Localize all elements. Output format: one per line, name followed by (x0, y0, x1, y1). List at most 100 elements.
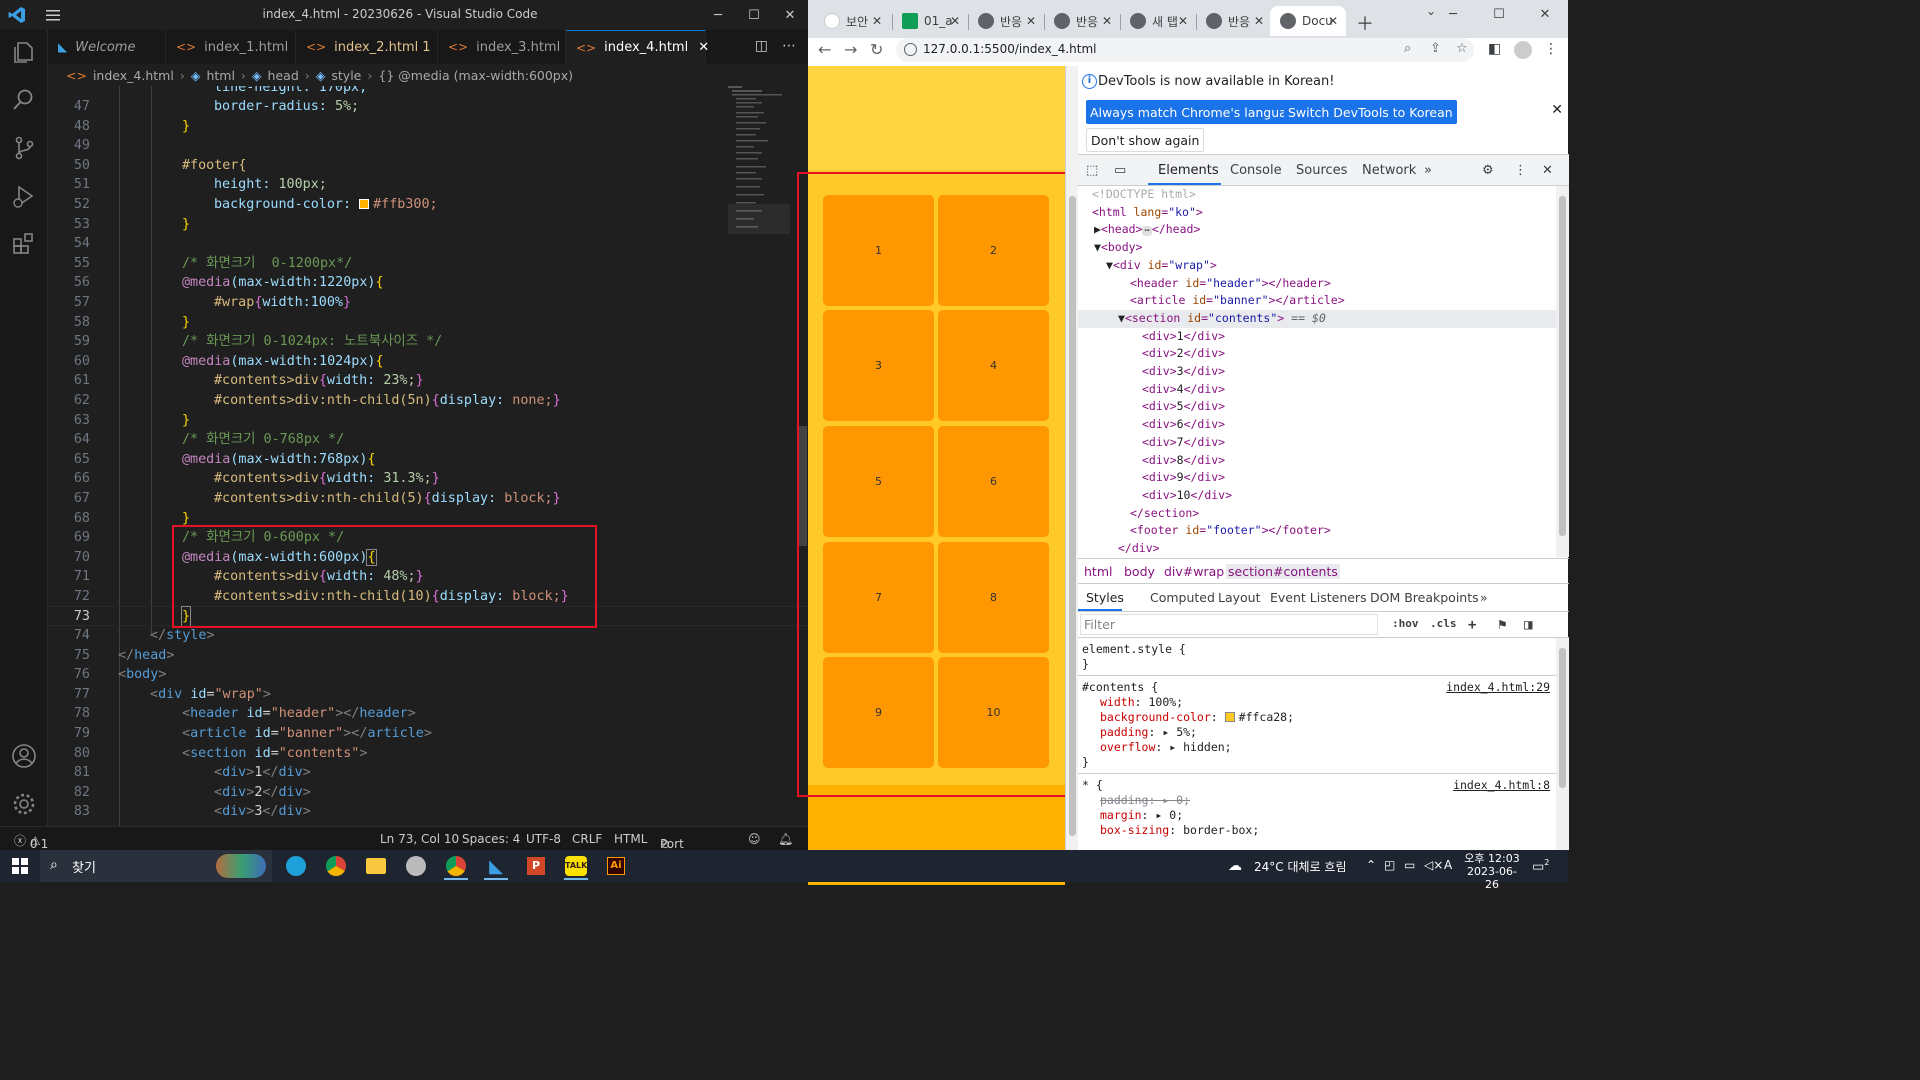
breadcrumb-item[interactable]: head (268, 68, 299, 83)
tab-network[interactable]: Network (1362, 163, 1416, 178)
more-actions-icon[interactable]: ⋯ (782, 38, 796, 54)
side-panel-icon[interactable]: ◧ (1488, 41, 1501, 57)
weather-text[interactable]: 24°C 대체로 흐림 (1254, 858, 1346, 875)
chrome-profile-icon[interactable] (436, 852, 476, 880)
tab-index-2[interactable]: <> index_2.html 1 (296, 30, 438, 64)
powerpoint-icon[interactable]: P (516, 852, 556, 880)
dom-node[interactable]: </div> (1078, 540, 1556, 558)
source-control-icon[interactable] (10, 134, 38, 162)
network-icon[interactable]: ▭ (1404, 858, 1415, 872)
system-clock[interactable]: 오후 12:03 2023-06-26 (1462, 852, 1522, 891)
language-mode[interactable]: HTML (614, 832, 647, 846)
close-tab-icon[interactable]: ✕ (1026, 14, 1036, 28)
volume-mute-icon[interactable]: ◁× (1424, 858, 1443, 872)
forward-arrow-icon[interactable]: → (844, 40, 857, 59)
dom-node[interactable]: <article id="banner"></article> (1078, 292, 1556, 310)
paint-brush-icon[interactable]: ⚑ (1498, 617, 1506, 633)
browser-tab[interactable]: 반응 ✕ (1196, 6, 1272, 36)
split-editor-icon[interactable]: ◫ (755, 38, 768, 54)
dom-node[interactable]: <div>9</div> (1078, 469, 1556, 487)
address-bar[interactable]: 127.0.0.1:5500/index_4.html ⌕ ⇪ ☆ (896, 38, 1474, 62)
accounts-icon[interactable] (10, 742, 38, 770)
notification-center-icon[interactable]: ▭2 (1532, 858, 1549, 874)
manage-gear-icon[interactable] (10, 790, 38, 818)
taskbar-search[interactable]: ⌕ 찾기 (40, 850, 272, 882)
page-scrollbar[interactable] (1066, 66, 1078, 850)
dom-node[interactable]: <div>6</div> (1078, 416, 1556, 434)
notifications-bell-icon[interactable]: 🔔︎ (778, 832, 793, 846)
chrome-icon[interactable] (316, 852, 356, 880)
settings-gear-icon[interactable]: ⚙ (1482, 163, 1494, 178)
dom-node[interactable]: <div>8</div> (1078, 452, 1556, 470)
vscode-icon[interactable]: ◣ (476, 852, 516, 880)
browser-tab[interactable]: 새 탭 ✕ (1120, 6, 1196, 36)
dom-node[interactable]: <header id="header"></header> (1078, 275, 1556, 293)
edge-icon[interactable] (276, 852, 316, 880)
breadcrumb-item[interactable]: index_4.html (93, 68, 174, 83)
source-link[interactable]: index_4.html:8 (1453, 778, 1550, 792)
dom-node[interactable]: <!DOCTYPE html> (1078, 186, 1556, 204)
illustrator-icon[interactable]: Ai (596, 852, 636, 880)
hamburger-menu-icon[interactable] (44, 6, 62, 24)
color-swatch[interactable] (359, 199, 370, 209)
file-explorer-icon[interactable] (356, 852, 396, 880)
tab-index-3[interactable]: <> index_3.html (438, 30, 566, 64)
tab-sources[interactable]: Sources (1296, 163, 1347, 178)
breadcrumb-item[interactable]: style (331, 68, 361, 83)
source-link[interactable]: index_4.html:29 (1446, 680, 1550, 694)
maximize-button[interactable]: ☐ (1476, 0, 1522, 28)
browser-tab-active[interactable]: Docu ✕ (1270, 6, 1346, 36)
styles-scrollbar[interactable] (1556, 638, 1569, 850)
customize-menu-icon[interactable]: ⋮ (1514, 163, 1527, 178)
encoding-status[interactable]: UTF-8 (526, 832, 561, 846)
dom-node[interactable]: <div>1</div> (1078, 328, 1556, 346)
close-infobar-icon[interactable]: ✕ (1551, 102, 1563, 118)
run-debug-icon[interactable] (10, 182, 38, 210)
crumb-html[interactable]: html (1084, 564, 1112, 579)
dom-node[interactable]: <div>10</div> (1078, 487, 1556, 505)
tab-computed[interactable]: Computed (1150, 590, 1215, 605)
more-tabs-chevron-icon[interactable]: » (1480, 590, 1488, 605)
tray-app-icon[interactable]: ◰ (1384, 858, 1395, 872)
inspect-element-icon[interactable]: ⬚ (1086, 163, 1098, 178)
crumb-wrap[interactable]: div#wrap (1164, 564, 1224, 579)
kakaotalk-icon[interactable]: TALK (556, 852, 596, 880)
minimize-button[interactable]: ─ (1430, 0, 1476, 28)
minimize-button[interactable]: ─ (700, 0, 736, 30)
device-toolbar-icon[interactable]: ▭ (1114, 163, 1126, 178)
switch-korean-button[interactable]: Switch DevTools to Korean (1284, 100, 1457, 124)
browser-tab[interactable]: 01_a ✕ (892, 6, 968, 36)
close-button[interactable]: ✕ (772, 0, 808, 30)
close-tab-icon[interactable]: ✕ (698, 40, 709, 55)
reload-icon[interactable]: ↻ (870, 40, 883, 59)
bookmark-star-icon[interactable]: ☆ (1456, 41, 1468, 56)
dom-node[interactable]: ▼<div id="wrap"> (1078, 257, 1556, 275)
tray-chevron-icon[interactable]: ⌃ (1366, 858, 1376, 872)
dom-node[interactable]: ▼<body> (1078, 239, 1556, 257)
dom-node[interactable]: <footer id="footer"></footer> (1078, 522, 1556, 540)
browser-tab[interactable]: 반응 ✕ (1044, 6, 1120, 36)
dom-node-selected[interactable]: ▼<section id="contents"> == $0 (1078, 309, 1556, 328)
dom-node[interactable]: ▶<head> ⋯ </head> (1078, 221, 1556, 239)
explorer-icon[interactable] (10, 38, 38, 66)
close-tab-icon[interactable]: ✕ (950, 14, 960, 28)
hover-state-toggle[interactable]: :hov (1392, 617, 1419, 630)
class-toggle[interactable]: .cls (1430, 617, 1457, 630)
back-arrow-icon[interactable]: ← (818, 40, 831, 59)
maximize-button[interactable]: ☐ (736, 0, 772, 30)
tab-welcome[interactable]: ◣ Welcome (48, 30, 166, 64)
extensions-icon[interactable] (10, 230, 38, 258)
dom-node[interactable]: <div>5</div> (1078, 398, 1556, 416)
toggle-sidebar-icon[interactable]: ◨ (1524, 617, 1532, 633)
browser-tab[interactable]: 보안 ✕ (814, 6, 890, 36)
dom-node[interactable]: <div>2</div> (1078, 345, 1556, 363)
tab-elements[interactable]: Elements (1158, 163, 1219, 178)
share-icon[interactable]: ⇪ (1430, 41, 1441, 56)
ime-icon[interactable]: A (1444, 858, 1452, 872)
close-tab-icon[interactable]: ✕ (1328, 14, 1338, 28)
tab-console[interactable]: Console (1230, 163, 1282, 178)
minimap[interactable] (728, 86, 790, 246)
eol-status[interactable]: CRLF (572, 832, 602, 846)
close-tab-icon[interactable]: ✕ (1102, 14, 1112, 28)
dont-show-again-button[interactable]: Don't show again (1086, 128, 1205, 152)
